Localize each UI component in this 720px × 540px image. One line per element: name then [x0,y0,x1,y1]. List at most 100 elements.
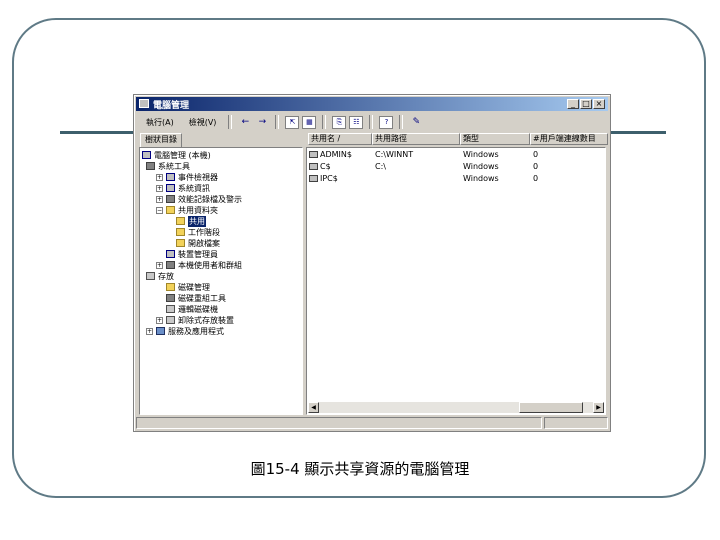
menu-action[interactable]: 執行(A) [140,116,180,129]
folder-icon [176,239,185,247]
tree-item-label: 系統工具 [158,161,190,171]
expand-icon[interactable]: + [156,195,163,203]
tree-item-label: 開啟檔案 [188,238,220,248]
share-path-cell: C:\WINNT [375,150,414,159]
tree-item[interactable]: + 本機使用者和群組 [156,260,242,270]
table-row[interactable]: C$ C:\ Windows 0 [307,162,603,173]
share-type-cell: Windows [463,162,499,171]
expand-icon[interactable]: + [156,316,163,324]
performance-icon [166,195,175,203]
status-panel-main [136,417,542,429]
tools-icon [146,162,155,170]
folder-icon [166,283,175,291]
list-column-headers: 共用名 / 共用路徑 類型 #用戶端連線數目 [308,133,608,145]
help-icon[interactable]: ? [379,115,394,129]
tree-item[interactable]: 系統工具 [146,161,190,171]
menu-view[interactable]: 檢視(V) [183,116,223,129]
scroll-thumb[interactable] [519,402,583,413]
client-count-cell: 0 [533,150,539,159]
computer-icon [142,151,151,159]
tree-item[interactable]: + 卸除式存放裝置 [156,315,234,325]
table-row[interactable]: ADMIN$ C:\WINNT Windows 0 [307,150,603,161]
disk-icon [166,305,175,313]
properties-icon[interactable]: ☷ [349,115,364,129]
share-path-cell: C:\ [375,162,386,171]
decorative-rule-right [610,131,666,134]
toolbar-separator [399,115,404,129]
up-level-icon[interactable]: ⇱ [285,115,300,129]
tree-item[interactable]: 裝置管理員 [166,249,218,259]
tree-item[interactable]: 工作階段 [176,227,220,237]
share-icon [309,163,318,170]
show-tree-icon[interactable]: ▦ [302,115,317,129]
tree-item[interactable]: 電腦管理 (本機) [142,150,211,160]
client-count-cell: 0 [533,162,539,171]
tree-tab[interactable]: 樹狀目錄 [140,133,182,148]
decorative-rule-left [60,131,136,134]
tree-item-label: 磁碟重組工具 [178,293,226,303]
horizontal-scrollbar[interactable]: ◀ ▶ [308,402,604,413]
forward-arrow-icon[interactable]: → [255,116,269,129]
storage-icon [146,272,155,280]
scroll-right-icon[interactable]: ▶ [593,402,604,413]
tree-item[interactable]: 邏輯磁碟機 [166,304,218,314]
status-bar [136,417,608,429]
folder-icon [176,228,185,236]
expand-icon[interactable]: + [146,327,153,335]
tree-item[interactable]: + 系統資訊 [156,183,210,193]
table-row[interactable]: IPC$ Windows 0 [307,174,603,185]
share-name: IPC$ [320,174,338,183]
share-name: C$ [320,162,331,171]
services-icon [156,327,165,335]
share-name-cell: ADMIN$ [309,150,352,159]
window-controls: _ □ × [567,99,605,109]
expand-icon[interactable]: + [156,173,163,181]
share-name: ADMIN$ [320,150,352,159]
share-type-cell: Windows [463,150,499,159]
title-bar[interactable]: 電腦管理 _ □ × [136,97,608,111]
tree-item-label: 本機使用者和群組 [178,260,242,270]
share-icon [309,175,318,182]
expand-icon[interactable]: + [156,261,163,269]
collapse-icon[interactable]: − [156,206,163,214]
scroll-left-icon[interactable]: ◀ [308,402,319,413]
toolbar-separator [228,115,233,129]
column-header-share-path[interactable]: 共用路徑 [372,133,460,145]
expand-icon[interactable]: + [156,184,163,192]
maximize-button[interactable]: □ [580,99,592,109]
tree-item-label: 存放 [158,271,174,281]
system-info-icon [166,184,175,192]
tree-item[interactable]: + 服務及應用程式 [146,326,224,336]
back-arrow-icon[interactable]: ← [238,116,252,129]
tree-item[interactable]: − 共用資料夾 [156,205,218,215]
column-header-type[interactable]: 類型 [460,133,530,145]
column-header-client-count[interactable]: #用戶端連線數目 [530,133,608,145]
toolbar-separator [322,115,327,129]
column-header-share-name[interactable]: 共用名 / [308,133,372,145]
tree-item-label: 效能記錄檔及警示 [178,194,242,204]
tree-item-label: 卸除式存放裝置 [178,315,234,325]
tree-item[interactable]: + 效能記錄檔及警示 [156,194,242,204]
figure-caption: 圖15-4 顯示共享資源的電腦管理 [250,460,470,478]
tree-item-label: 共用資料夾 [178,205,218,215]
removable-storage-icon [166,316,175,324]
tree-item[interactable]: 存放 [146,271,174,281]
share-type-cell: Windows [463,174,499,183]
scroll-track[interactable] [319,402,593,413]
tree-item-label: 事件檢視器 [178,172,218,182]
tree-item-selected[interactable]: 共用 [176,215,206,227]
tree-item[interactable]: + 事件檢視器 [156,172,218,182]
share-list-pane[interactable]: ADMIN$ C:\WINNT Windows 0 C$ C:\ Windows… [306,147,606,415]
export-list-icon[interactable]: ⎘ [332,115,347,129]
tree-item[interactable]: 開啟檔案 [176,238,220,248]
tree-item[interactable]: 磁碟管理 [166,282,210,292]
tree-item[interactable]: 磁碟重組工具 [166,293,226,303]
pane-header-row: 樹狀目錄 共用名 / 共用路徑 類型 #用戶端連線數目 [136,133,608,148]
tree-pane[interactable]: 電腦管理 (本機) 系統工具 + 事件檢視器 + 系統資訊 + 效能記錄檔及警示… [139,147,303,415]
tree-item-label: 電腦管理 (本機) [154,150,211,160]
device-manager-icon [166,250,175,258]
window-title: 電腦管理 [153,101,190,111]
new-share-icon[interactable]: ✎ [409,116,423,129]
minimize-button[interactable]: _ [567,99,579,109]
close-button[interactable]: × [593,99,605,109]
